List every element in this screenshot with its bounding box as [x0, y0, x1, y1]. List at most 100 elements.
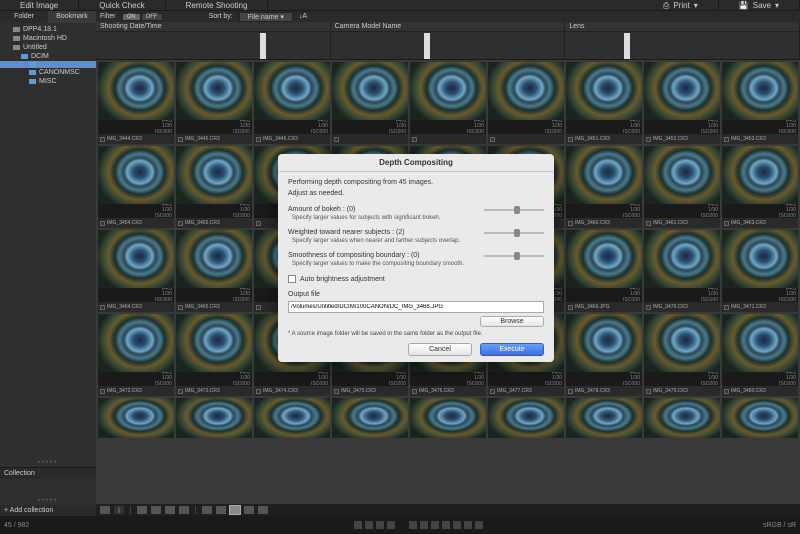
resize-handle[interactable]: •••••: [0, 497, 96, 505]
col-camera[interactable]: Camera Model Name: [331, 22, 566, 31]
quick-check-button[interactable]: Quick Check: [79, 0, 165, 11]
view-mode-3-icon[interactable]: [179, 506, 189, 514]
view-mode-1-icon[interactable]: [151, 506, 161, 514]
tab-folder[interactable]: Folder: [0, 11, 48, 23]
thumbnail-checkbox[interactable]: [646, 389, 651, 394]
thumbnail-checkbox[interactable]: [724, 137, 729, 142]
bokeh-slider[interactable]: [484, 209, 544, 211]
thumbnail-checkbox[interactable]: [568, 305, 573, 310]
thumbnail-checkbox[interactable]: [178, 137, 183, 142]
tab-bookmark[interactable]: Bookmark: [48, 11, 96, 23]
sb-icon[interactable]: [453, 521, 461, 529]
thumbnail-checkbox[interactable]: [334, 137, 339, 142]
grid-med-icon[interactable]: [216, 506, 226, 514]
thumbnail[interactable]: F4.01/30ISO200 IMG_3472.CR3: [98, 314, 174, 396]
remote-shooting-button[interactable]: Remote Shooting: [166, 0, 269, 11]
thumbnail[interactable]: F4.01/30ISO200 IMG_3463.CR3: [722, 146, 798, 228]
view-mode-2-icon[interactable]: [165, 506, 175, 514]
sort-select[interactable]: File name ▾: [239, 12, 293, 22]
add-collection-button[interactable]: + Add collection: [0, 505, 96, 516]
thumbnail-checkbox[interactable]: [568, 137, 573, 142]
filter-toggle[interactable]: ONOFF: [122, 13, 163, 21]
sb-icon[interactable]: [442, 521, 450, 529]
tree-item[interactable]: CANONMSC: [0, 68, 96, 77]
sort-asc-icon[interactable]: ↓A: [299, 13, 307, 20]
auto-brightness-checkbox[interactable]: [288, 275, 296, 283]
thumbnail-checkbox[interactable]: [646, 221, 651, 226]
sb-icon[interactable]: [464, 521, 472, 529]
save-button[interactable]: 💾Save▾: [719, 0, 800, 11]
sb-icon[interactable]: [365, 521, 373, 529]
thumbnail[interactable]: F4.01/30ISO200 IMG_3480.CR3: [722, 314, 798, 396]
thumbnail-checkbox[interactable]: [568, 221, 573, 226]
sb-icon[interactable]: [420, 521, 428, 529]
execute-button[interactable]: Execute: [480, 343, 544, 356]
thumbnail[interactable]: F4.01/30ISO100 IMG_3471.CR3: [722, 230, 798, 312]
thumbnail-checkbox[interactable]: [256, 389, 261, 394]
thumbnail-checkbox[interactable]: [724, 305, 729, 310]
thumbnail-checkbox[interactable]: [412, 137, 417, 142]
sb-icon[interactable]: [431, 521, 439, 529]
output-path-input[interactable]: [288, 301, 544, 313]
thumbnail-checkbox[interactable]: [256, 305, 261, 310]
detail-view-icon[interactable]: [258, 506, 268, 514]
thumbnail-checkbox[interactable]: [178, 221, 183, 226]
thumbnail[interactable]: F4.01/30ISO200 IMG_3455.CR3: [176, 146, 252, 228]
thumbnail[interactable]: F4.01/30ISO200: [488, 62, 564, 144]
sb-icon[interactable]: [376, 521, 384, 529]
thumbnail-checkbox[interactable]: [100, 221, 105, 226]
thumbnail-checkbox[interactable]: [100, 137, 105, 142]
thumbnail-checkbox[interactable]: [724, 221, 729, 226]
thumbnail[interactable]: F4.01/30ISO200 IMG_3445.CR3: [176, 62, 252, 144]
thumbnail[interactable]: F4.01/30ISO100 IMG_3469.JPG: [566, 230, 642, 312]
thumbnail-checkbox[interactable]: [100, 305, 105, 310]
thumbnail[interactable]: F4.01/30ISO200 IMG_3451.CR3: [566, 62, 642, 144]
thumbnail[interactable]: [722, 398, 798, 438]
tree-item[interactable]: Untitled: [0, 43, 96, 52]
list-view-icon[interactable]: [244, 506, 254, 514]
rotate-ccw-icon[interactable]: [137, 506, 147, 514]
sb-icon[interactable]: [354, 521, 362, 529]
thumbnail[interactable]: F4.01/30ISO100 IMG_3470.CR3: [644, 230, 720, 312]
edit-image-button[interactable]: Edit Image: [0, 0, 79, 11]
thumbnail[interactable]: F4.01/30ISO200 IMG_3446.CR3: [254, 62, 330, 144]
weight-slider[interactable]: [484, 232, 544, 234]
grid-small-icon[interactable]: [202, 506, 212, 514]
thumbnail-checkbox[interactable]: [724, 389, 729, 394]
cancel-button[interactable]: Cancel: [408, 343, 472, 356]
col-lens[interactable]: Lens: [565, 22, 800, 31]
thumbnail[interactable]: F4.01/30ISO200 IMG_3454.CR3: [98, 146, 174, 228]
thumbnail-checkbox[interactable]: [646, 137, 651, 142]
thumbnail[interactable]: F4.01/30ISO200 IMG_3473.CR3: [176, 314, 252, 396]
thumbnail[interactable]: F4.01/30ISO200 IMG_3452.CR3: [644, 62, 720, 144]
tree-item[interactable]: Macintosh HD: [0, 34, 96, 43]
info-icon[interactable]: i: [114, 506, 124, 514]
thumbnail[interactable]: F4.01/30ISO200 IMG_3460.CR3: [566, 146, 642, 228]
thumbnail-checkbox[interactable]: [490, 389, 495, 394]
thumbnail-checkbox[interactable]: [568, 389, 573, 394]
thumbnail[interactable]: [332, 398, 408, 438]
tree-item[interactable]: [0, 61, 96, 68]
thumbnail[interactable]: [488, 398, 564, 438]
select-all-icon[interactable]: [100, 506, 110, 514]
browse-button[interactable]: Browse: [480, 316, 544, 327]
grid-large-icon[interactable]: [230, 506, 240, 514]
thumbnail-checkbox[interactable]: [178, 305, 183, 310]
smooth-slider[interactable]: [484, 255, 544, 257]
tree-item[interactable]: MISC: [0, 77, 96, 86]
thumbnail[interactable]: [410, 398, 486, 438]
thumbnail[interactable]: F4.01/30ISO200: [332, 62, 408, 144]
thumbnail[interactable]: [176, 398, 252, 438]
print-button[interactable]: ⎙Print▾: [643, 0, 719, 11]
thumbnail-checkbox[interactable]: [646, 305, 651, 310]
thumbnail-checkbox[interactable]: [178, 389, 183, 394]
thumbnail-checkbox[interactable]: [490, 137, 495, 142]
sb-icon[interactable]: [409, 521, 417, 529]
thumbnail[interactable]: F4.01/30ISO200 IMG_3453.CR3: [722, 62, 798, 144]
col-datetime[interactable]: Shooting Date/Time: [96, 22, 331, 31]
tree-item[interactable]: DCIM: [0, 52, 96, 61]
thumbnail[interactable]: F4.01/30ISO200 IMG_3461.CR3: [644, 146, 720, 228]
thumbnail[interactable]: F4.01/30ISO200 IMG_3479.CR3: [644, 314, 720, 396]
thumbnail[interactable]: [254, 398, 330, 438]
thumbnail-checkbox[interactable]: [100, 389, 105, 394]
